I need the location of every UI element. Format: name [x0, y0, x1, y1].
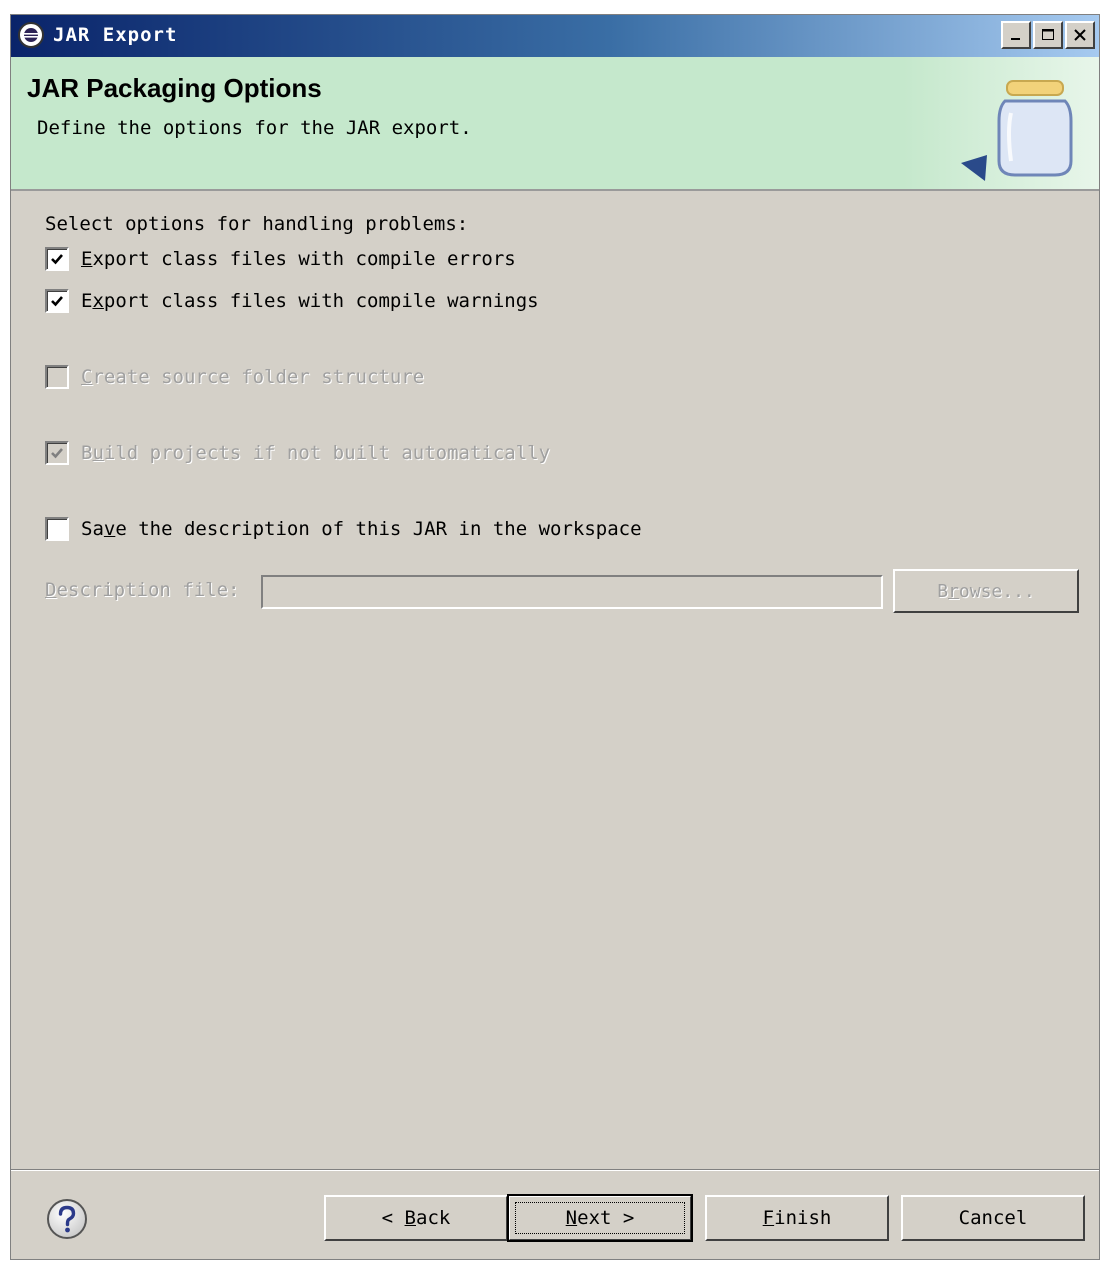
finish-button[interactable]: Finish [705, 1195, 889, 1241]
description-file-input[interactable] [261, 575, 883, 609]
minimize-icon [1011, 38, 1020, 40]
check-icon [51, 254, 63, 265]
page-description: Define the options for the JAR export. [37, 117, 472, 139]
page-title: JAR Packaging Options [27, 73, 322, 103]
description-file-label: Description file: [45, 579, 240, 601]
next-button[interactable]: Next > [507, 1194, 693, 1242]
jar-icon [961, 80, 1073, 181]
source-folder-label: Create source folder structure [81, 366, 425, 388]
window-controls [1001, 21, 1095, 49]
check-icon [51, 296, 63, 307]
checkbox-box[interactable] [45, 517, 69, 541]
export-errors-label: Export class files with compile errors [81, 248, 516, 270]
problems-heading: Select options for handling problems: [45, 213, 469, 235]
checkbox-box [45, 365, 69, 389]
jar-export-dialog: JAR Export JAR Packaging Options Define … [10, 14, 1100, 1260]
export-warnings-checkbox[interactable]: Export class files with compile warnings [45, 289, 539, 313]
checkbox-box[interactable] [45, 289, 69, 313]
check-icon [51, 448, 63, 459]
help-icon[interactable] [45, 1197, 89, 1241]
window-title: JAR Export [53, 24, 178, 46]
build-projects-label: Build projects if not built automaticall… [81, 442, 551, 464]
save-description-label: Save the description of this JAR in the … [81, 518, 642, 540]
eclipse-icon [18, 22, 44, 48]
maximize-icon [1042, 29, 1054, 40]
back-button[interactable]: < Back [324, 1195, 508, 1241]
checkbox-box [45, 441, 69, 465]
build-projects-checkbox: Build projects if not built automaticall… [45, 441, 550, 465]
export-warnings-label: Export class files with compile warnings [81, 290, 539, 312]
close-button[interactable] [1065, 21, 1095, 49]
source-folder-checkbox: Create source folder structure [45, 365, 424, 389]
browse-button[interactable]: Browse... [893, 569, 1079, 613]
wizard-banner: JAR Packaging Options Define the options… [11, 57, 1099, 191]
save-description-checkbox[interactable]: Save the description of this JAR in the … [45, 517, 642, 541]
maximize-button[interactable] [1033, 21, 1063, 49]
export-errors-checkbox[interactable]: Export class files with compile errors [45, 247, 516, 271]
cancel-button[interactable]: Cancel [901, 1195, 1085, 1241]
close-icon [1074, 29, 1086, 41]
footer-separator [11, 1169, 1099, 1171]
minimize-button[interactable] [1001, 21, 1031, 49]
title-bar[interactable]: JAR Export [11, 15, 1099, 57]
checkbox-box[interactable] [45, 247, 69, 271]
